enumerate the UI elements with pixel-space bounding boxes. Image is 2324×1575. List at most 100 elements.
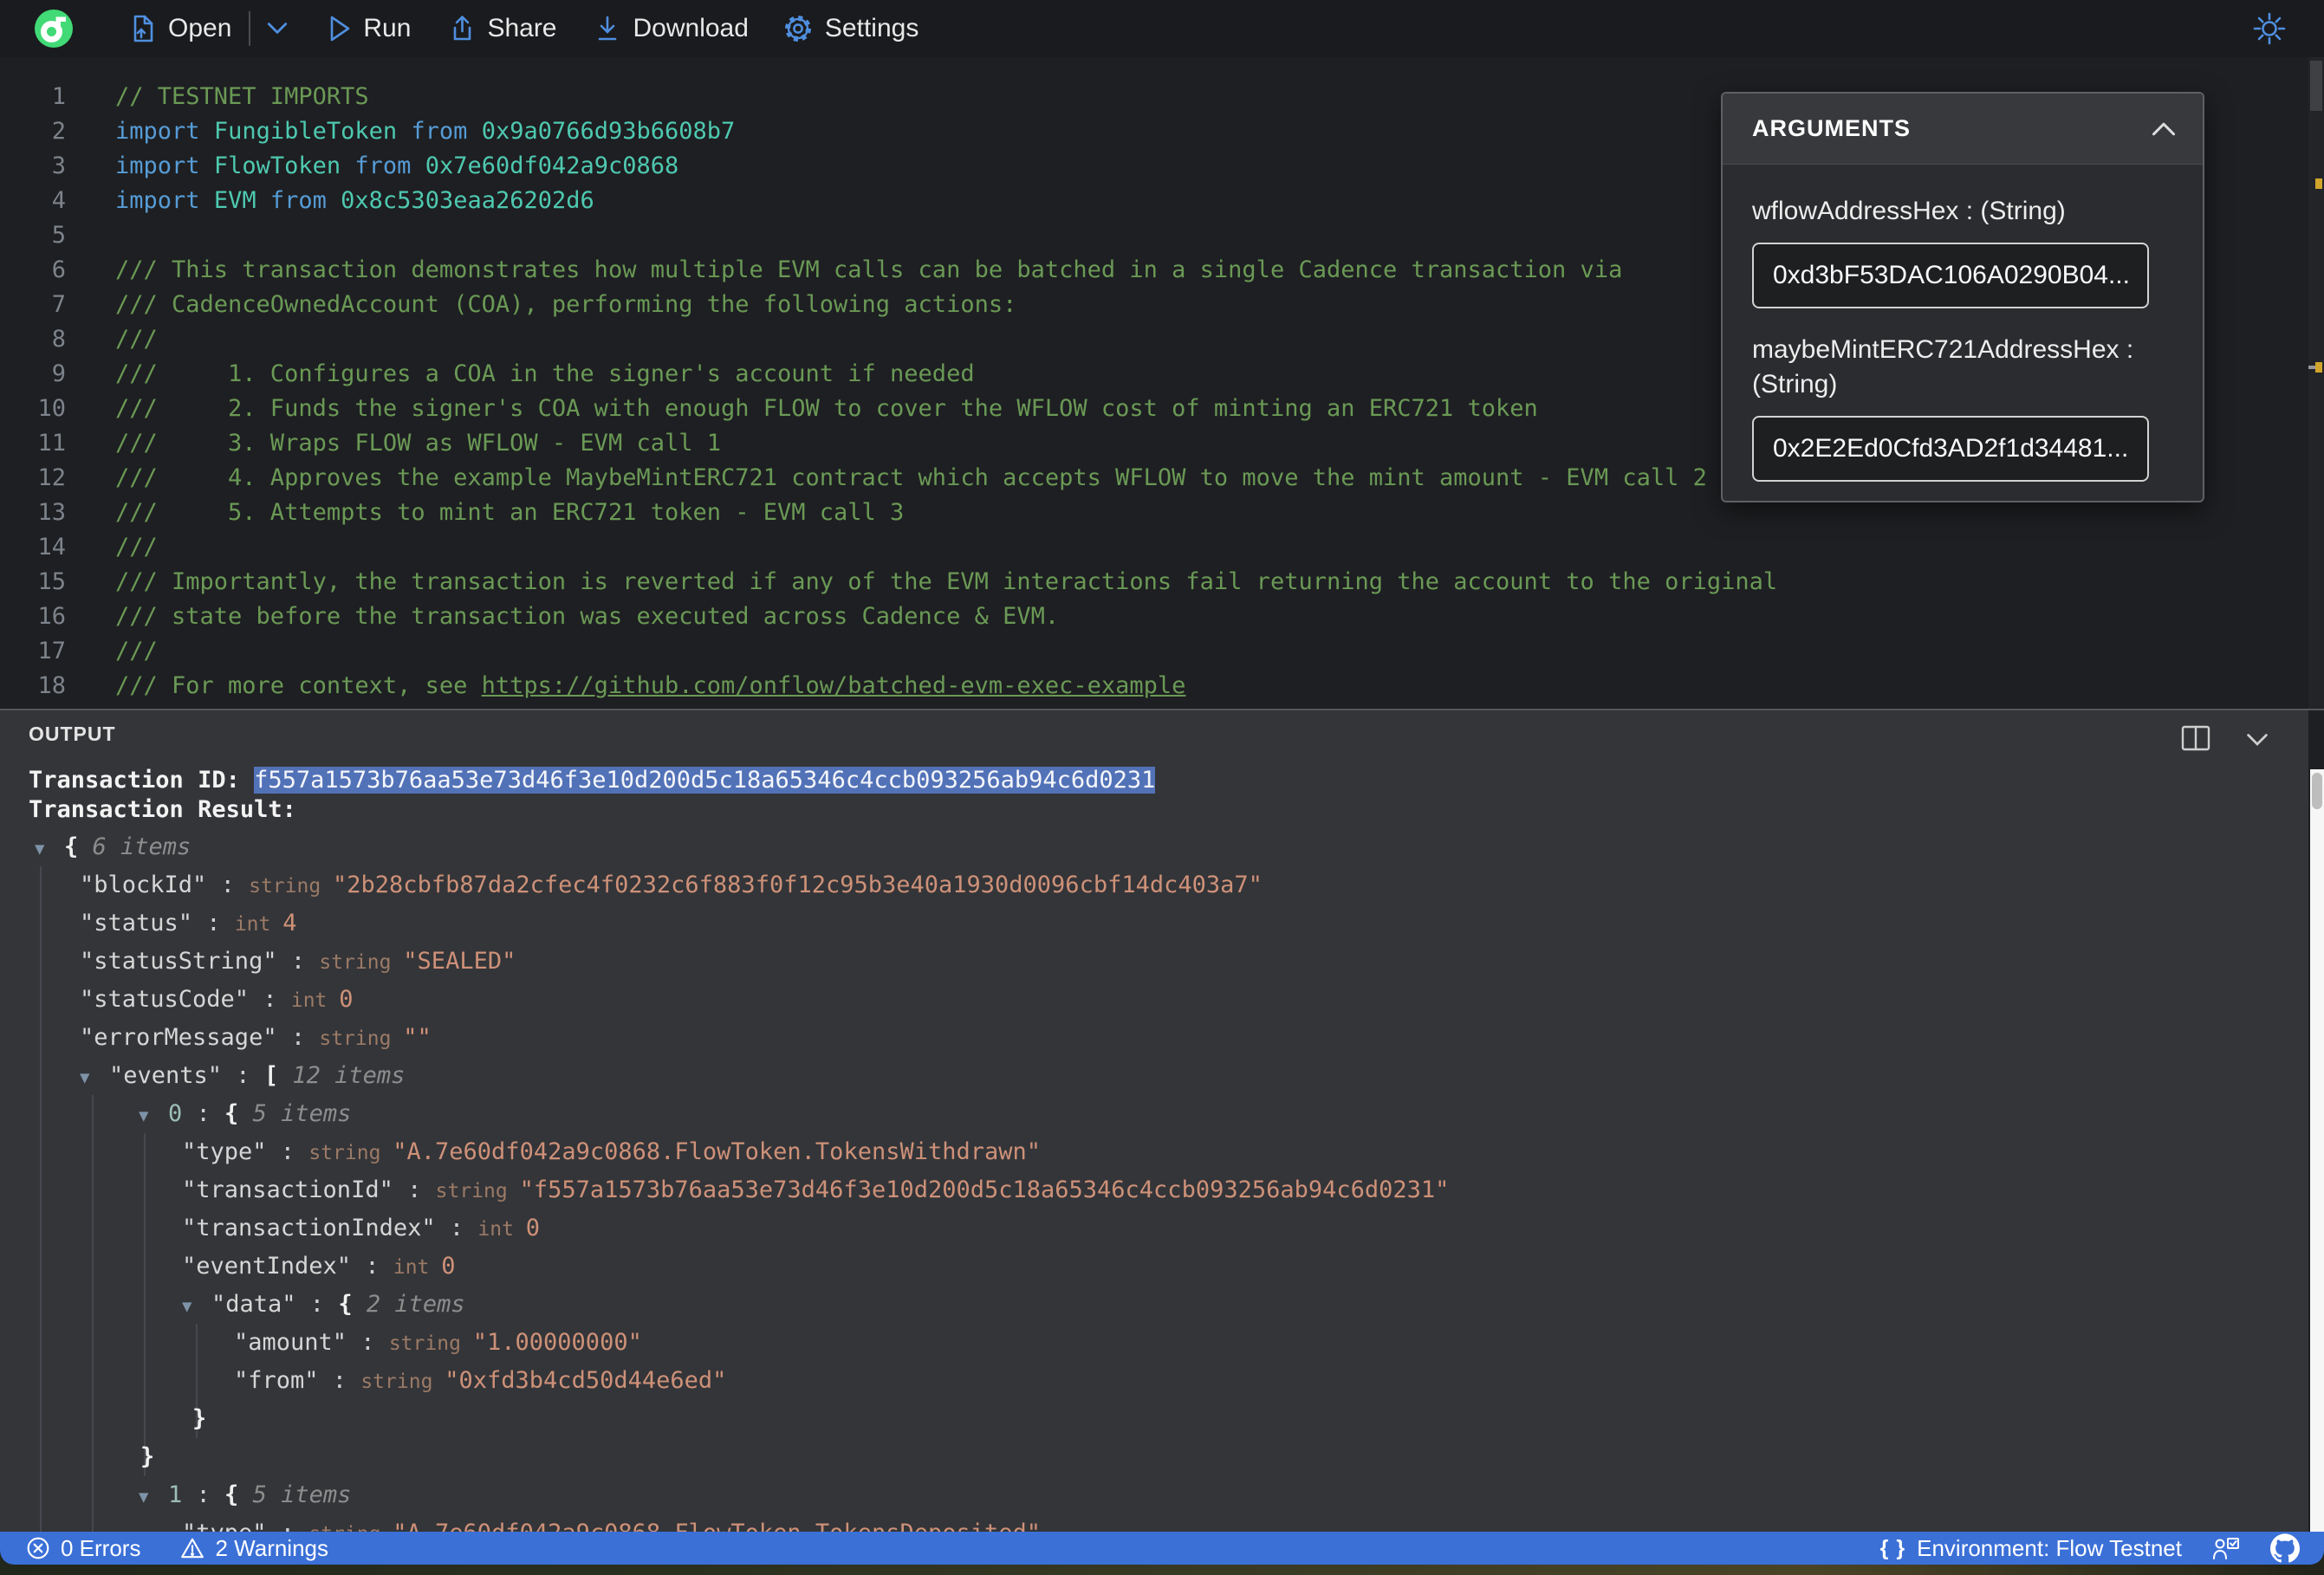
json-row: "status" : int 4: [80, 910, 297, 937]
line-number: 15: [37, 568, 66, 595]
line-number: 11: [37, 430, 66, 457]
json-row: "from" : string "0xfd3b4cd50d44e6ed": [234, 1367, 727, 1394]
output-panel-title: OUTPUT: [29, 723, 116, 745]
braces-icon: { }: [1879, 1535, 1907, 1560]
warnings-status[interactable]: 2 Warnings: [180, 1535, 328, 1562]
transaction-id-label: Transaction ID:: [29, 767, 255, 794]
json-row[interactable]: ▼ 0 : { 5 items: [0, 1095, 2308, 1133]
transaction-summary: Transaction ID: f557a1573b76aa53e73d46f3…: [29, 766, 1156, 825]
line-number: 9: [51, 360, 66, 387]
warning-marker: [2315, 362, 2322, 373]
json-row: "errorMessage" : string "": [80, 1024, 432, 1051]
toolbar: Open Run Share Download Settings: [0, 0, 2324, 57]
arguments-panel: ARGUMENTS wflowAddressHex : (String) may…: [1721, 92, 2204, 502]
code-line: 16/// state before the transaction was e…: [0, 600, 2308, 634]
expand-triangle-icon[interactable]: ▼: [80, 1059, 109, 1097]
json-row[interactable]: ▼ 1 : { 5 items: [0, 1476, 2308, 1514]
output-scrollbar-thumb[interactable]: [2312, 773, 2322, 809]
line-number: 16: [37, 603, 66, 630]
code-link[interactable]: https://github.com/onflow/batched-evm-ex…: [482, 672, 1186, 699]
line-number: 8: [51, 326, 66, 353]
line-number: 18: [37, 672, 66, 699]
flow-logo-icon: [35, 10, 73, 48]
screen: Open Run Share Download Settings 1 // TE…: [0, 0, 2324, 1575]
errors-status[interactable]: 0 Errors: [26, 1535, 140, 1562]
environment-label: Environment: Flow Testnet: [1917, 1534, 2182, 1561]
argument-label: maybeMintERC721AddressHex : (String): [1752, 335, 2134, 399]
json-row[interactable]: ▼ "events" : [ 12 items: [0, 1057, 2308, 1095]
run-button-label: Run: [363, 14, 412, 42]
line-number: 1: [51, 83, 66, 110]
expand-triangle-icon[interactable]: ▼: [139, 1478, 168, 1516]
line-number: 6: [51, 256, 66, 283]
editor-scrollbar-thumb[interactable]: [2310, 61, 2322, 111]
json-row: }: [192, 1405, 207, 1432]
share-button-label: Share: [487, 14, 557, 42]
maybe-mint-erc721-address-input[interactable]: [1752, 416, 2149, 482]
toolbar-divider: [249, 11, 251, 46]
download-icon: [598, 16, 616, 41]
run-icon: [331, 16, 350, 42]
json-row: "type" : string "A.7e60df042a9c0868.Flow…: [182, 1138, 1042, 1165]
errors-count-label: 0 Errors: [61, 1534, 141, 1561]
download-button-label: Download: [633, 14, 749, 42]
output-panel: OUTPUT Transaction ID: f557a1573b76aa53e…: [0, 710, 2308, 1532]
settings-button[interactable]: Settings: [782, 12, 919, 45]
json-row: "type" : string "A.7e60df042a9c0868.Flow…: [0, 1514, 2308, 1532]
output-scrollbar[interactable]: [2310, 769, 2324, 1532]
line-number: 12: [37, 464, 66, 491]
line-number: 7: [51, 291, 66, 318]
settings-button-label: Settings: [824, 14, 919, 42]
json-row: "eventIndex" : int 0: [182, 1253, 456, 1280]
editor-scrollbar[interactable]: [2308, 57, 2324, 709]
status-bar: 0 Errors 2 Warnings { } Environment: Flo…: [0, 1532, 2324, 1565]
json-row[interactable]: ▼{ 6 items: [0, 828, 2308, 866]
feedback-person-icon[interactable]: [2211, 1534, 2241, 1562]
json-row: "transactionId" : string "f557a1573b76aa…: [182, 1176, 1450, 1203]
environment-status[interactable]: { } Environment: Flow Testnet: [1880, 1535, 2182, 1562]
run-button[interactable]: Run: [325, 14, 411, 43]
transaction-id-value[interactable]: f557a1573b76aa53e73d46f3e10d200d5c18a653…: [254, 767, 1156, 794]
app-window: Open Run Share Download Settings 1 // TE…: [0, 0, 2324, 1565]
github-icon[interactable]: [2270, 1533, 2300, 1563]
line-number: 3: [51, 152, 66, 179]
collapse-chevron-up-icon[interactable]: [2151, 120, 2177, 138]
line-number: 4: [51, 187, 66, 214]
line-number: 5: [51, 222, 66, 249]
error-circle-icon: [27, 1537, 49, 1559]
open-button[interactable]: Open: [127, 14, 231, 43]
split-columns-icon[interactable]: [2180, 724, 2211, 752]
open-button-label: Open: [168, 14, 232, 42]
open-file-icon: [133, 15, 153, 42]
argument-label: wflowAddressHex : (String): [1752, 197, 2066, 225]
json-row: }: [140, 1443, 155, 1470]
json-row: "statusString" : string "SEALED": [80, 948, 516, 975]
arguments-panel-title: ARGUMENTS: [1752, 115, 1911, 141]
expand-triangle-icon[interactable]: ▼: [35, 830, 64, 868]
transaction-result-label: Transaction Result:: [29, 796, 296, 823]
gear-icon: [784, 16, 811, 42]
code-line: 14///: [0, 530, 2308, 565]
arguments-panel-body: wflowAddressHex : (String) maybeMintERC7…: [1723, 165, 2203, 482]
code-line: 17///: [0, 634, 2308, 669]
json-tree: ▼{ 6 items "blockId" : string "2b28cbfb87…: [0, 828, 2308, 1532]
expand-triangle-icon[interactable]: ▼: [139, 1097, 168, 1135]
warning-marker: [2315, 178, 2322, 189]
line-number: 14: [37, 534, 66, 561]
line-number: 17: [37, 638, 66, 664]
download-button[interactable]: Download: [592, 14, 749, 43]
code-line: 18/// For more context, see https://gith…: [0, 669, 2308, 703]
json-row[interactable]: ▼ "data" : { 2 items: [0, 1286, 2308, 1324]
line-number: 2: [51, 118, 66, 145]
line-number: 10: [37, 395, 66, 422]
theme-toggle-sun-icon[interactable]: [2251, 10, 2288, 47]
warning-triangle-icon: [181, 1538, 204, 1559]
open-dropdown-chevron-icon[interactable]: [266, 20, 289, 37]
collapse-output-chevron-icon[interactable]: [2244, 724, 2270, 752]
expand-triangle-icon[interactable]: ▼: [182, 1287, 211, 1325]
arguments-panel-header[interactable]: ARGUMENTS: [1723, 94, 2203, 165]
wflow-address-input[interactable]: [1752, 243, 2149, 308]
json-row: "blockId" : string "2b28cbfb87da2cfec4f0…: [80, 872, 1263, 898]
share-button[interactable]: Share: [445, 14, 557, 43]
code-line: 15/// Importantly, the transaction is re…: [0, 565, 2308, 600]
